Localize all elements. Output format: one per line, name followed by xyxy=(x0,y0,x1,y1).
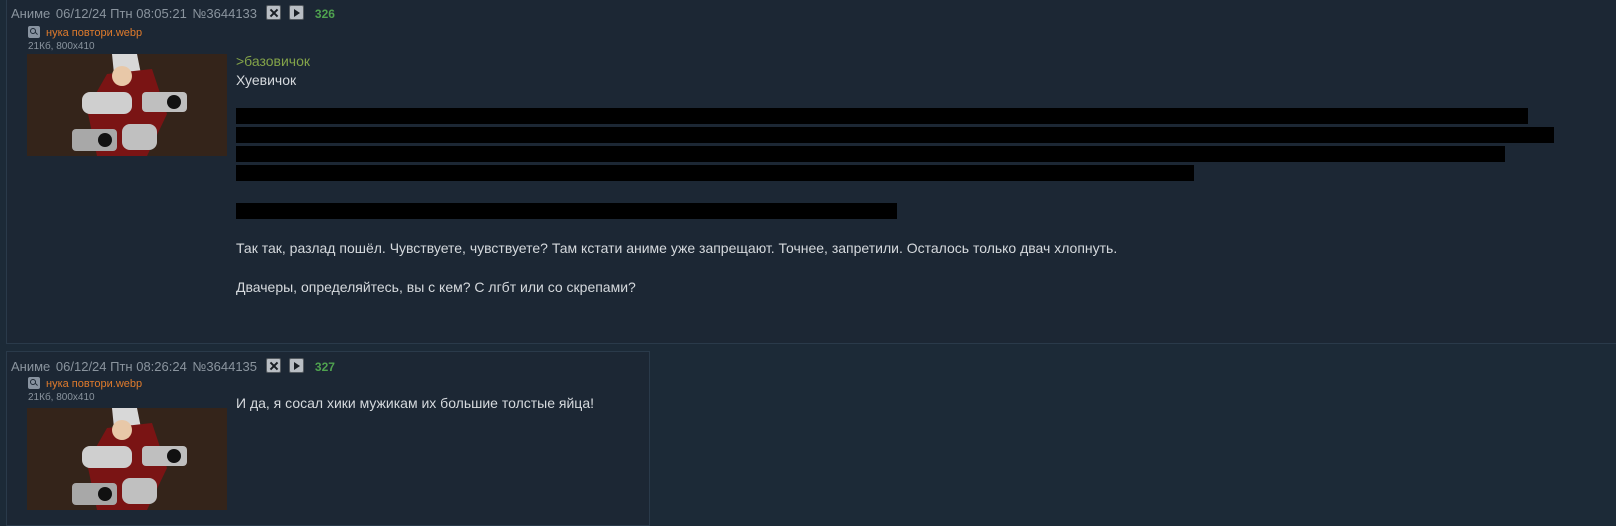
post-date: 06/12/24 Птн 08:05:21 xyxy=(55,6,187,21)
file-info: 21Кб, 800x410 xyxy=(28,41,95,52)
spoiler-block[interactable] xyxy=(236,108,1528,124)
search-icon[interactable] xyxy=(28,26,40,38)
post-header: Аниме 06/12/24 Птн 08:05:21 №3644133 326 xyxy=(11,5,337,21)
thumbnail-art xyxy=(27,408,227,510)
post-paragraph: Так так, разлад пошёл. Чувствуете, чувст… xyxy=(236,240,1118,256)
close-icon[interactable] xyxy=(265,5,281,20)
close-icon[interactable] xyxy=(265,358,281,373)
spoiler-block[interactable] xyxy=(236,146,1505,162)
post-count: 327 xyxy=(314,360,335,374)
file-link[interactable]: нука повтори.webp xyxy=(46,27,142,39)
file-line: нука повтори.webp xyxy=(28,26,142,39)
thumbnail-image[interactable] xyxy=(27,54,227,156)
post-count: 326 xyxy=(314,7,335,21)
file-line: нука повтори.webp xyxy=(28,377,142,390)
file-info: 21Кб, 800x410 xyxy=(28,392,95,403)
post-number[interactable]: №3644133 xyxy=(192,6,257,21)
file-link[interactable]: нука повтори.webp xyxy=(46,378,142,390)
greentext-line: >базовичок xyxy=(236,53,311,69)
poster-name: Аниме xyxy=(11,359,51,374)
post-paragraph: Двачеры, определяйтесь, вы с кем? С лгбт… xyxy=(236,279,636,295)
spoiler-block[interactable] xyxy=(236,127,1554,143)
post-body: >базовичок Хуевичок xyxy=(236,52,310,90)
post-text-line: Хуевичок xyxy=(236,72,297,88)
post: Аниме 06/12/24 Птн 08:05:21 №3644133 326… xyxy=(6,0,1616,344)
play-icon[interactable] xyxy=(289,358,305,373)
post-paragraph: И да, я сосал хики мужикам их большие то… xyxy=(236,395,595,411)
post: Аниме 06/12/24 Птн 08:26:24 №3644135 327… xyxy=(6,351,650,526)
thumbnail-art xyxy=(27,54,227,156)
spoiler-block[interactable] xyxy=(236,203,897,219)
search-icon[interactable] xyxy=(28,377,40,389)
post-date: 06/12/24 Птн 08:26:24 xyxy=(55,359,187,374)
post-number[interactable]: №3644135 xyxy=(192,359,257,374)
poster-name: Аниме xyxy=(11,6,51,21)
spoiler-block[interactable] xyxy=(236,165,1194,181)
play-icon[interactable] xyxy=(289,5,305,20)
post-header: Аниме 06/12/24 Птн 08:26:24 №3644135 327 xyxy=(11,358,337,374)
thumbnail-image[interactable] xyxy=(27,408,227,510)
